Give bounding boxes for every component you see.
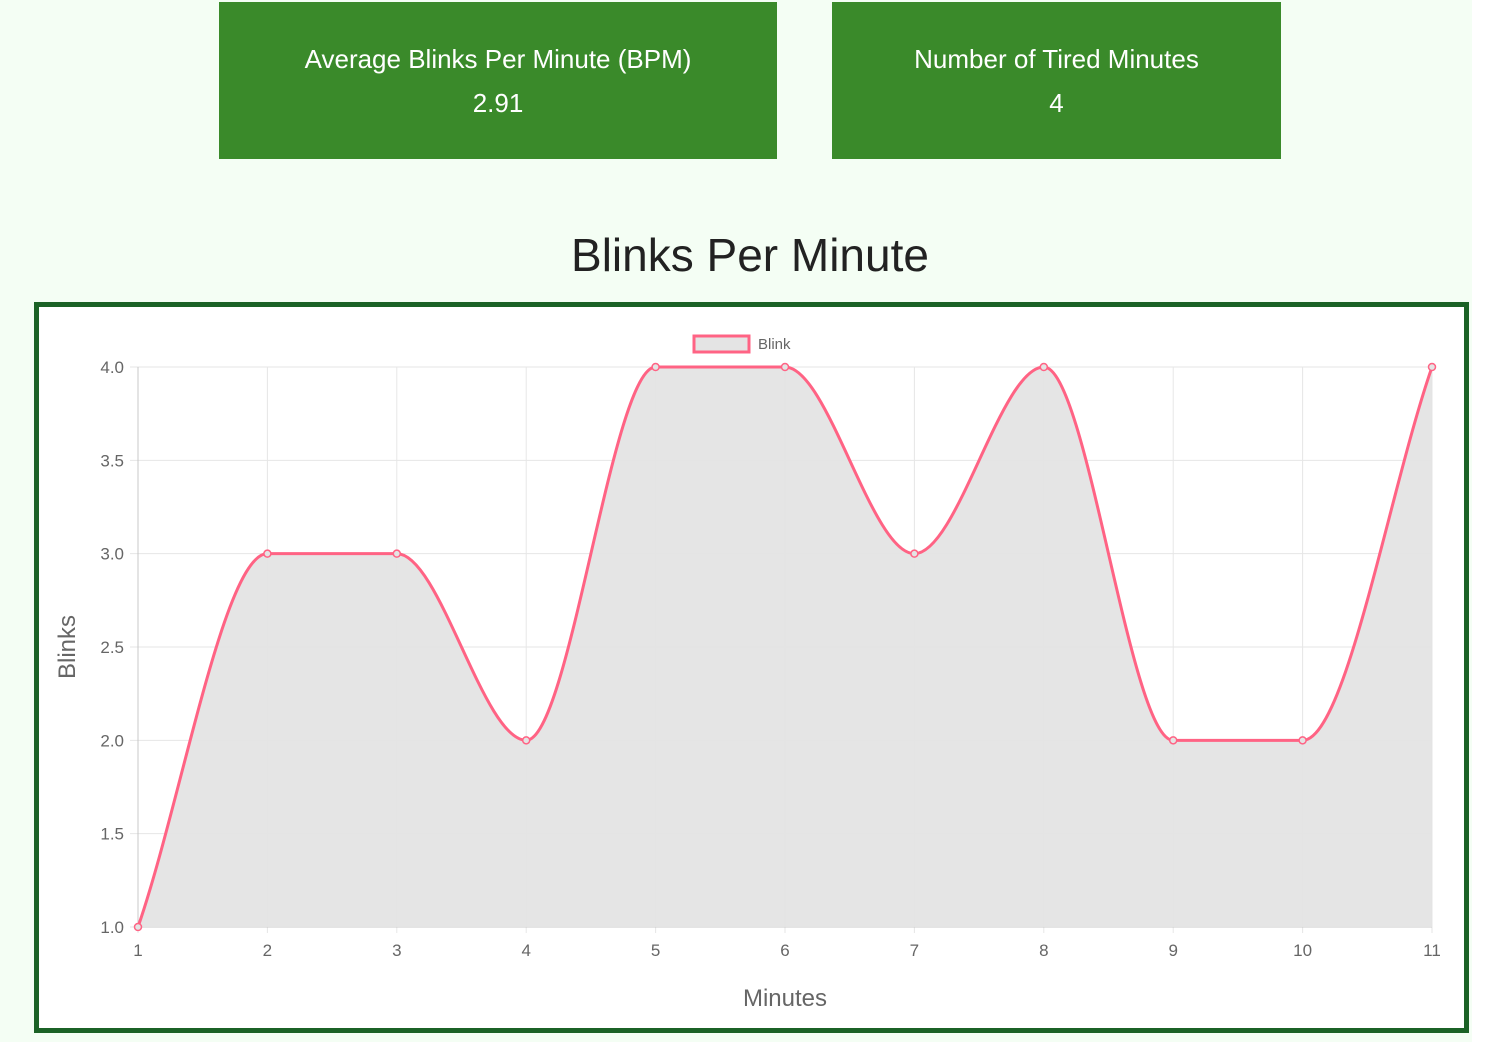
legend-label-blink[interactable]: Blink	[758, 336, 791, 353]
data-point	[1168, 736, 1178, 745]
x-tick-label: 11	[1423, 941, 1441, 960]
data-point	[910, 549, 919, 558]
x-tick-label: 3	[392, 941, 401, 960]
y-axis-title: Blinks	[54, 615, 81, 679]
data-point	[651, 362, 660, 372]
y-tick-label: 2.5	[100, 638, 124, 657]
chart-container: 1.0 1.5 2.0 2.5 3.0 3.5 4.0 1 2 3 4 5 6 7 8 9 10 11 Blink…	[34, 302, 1469, 1033]
y-tick-label: 3.0	[100, 545, 124, 564]
data-point	[133, 922, 143, 932]
data-point	[780, 362, 790, 372]
x-tick-label: 6	[780, 941, 789, 960]
data-point	[521, 736, 531, 745]
x-tick-label: 1	[133, 941, 142, 960]
chart-legend[interactable]: Blink	[692, 334, 791, 354]
x-tick-label: 5	[651, 941, 660, 960]
x-tick-label: 10	[1293, 941, 1312, 960]
y-tick-label: 1.5	[100, 825, 124, 844]
data-point	[1039, 362, 1049, 372]
y-tick-label: 3.5	[100, 451, 124, 470]
x-tick-label: 9	[1168, 941, 1177, 960]
data-point	[1427, 362, 1437, 372]
blinks-line-chart: 1.0 1.5 2.0 2.5 3.0 3.5 4.0 1 2 3 4 5 6 7 8 9 10 11 Blink…	[54, 334, 1441, 1012]
x-tick-label: 2	[263, 941, 272, 960]
x-axis-title: Minutes	[743, 985, 827, 1012]
data-point	[1298, 736, 1307, 745]
x-tick-label: 7	[910, 941, 919, 960]
x-tick-label: 8	[1039, 941, 1048, 960]
y-tick-label: 4.0	[100, 358, 124, 377]
data-point	[263, 549, 272, 558]
legend-swatch-blink[interactable]	[692, 334, 751, 354]
x-tick-label: 4	[521, 941, 530, 960]
data-point	[392, 549, 402, 558]
y-tick-label: 2.0	[100, 731, 124, 750]
y-tick-label: 1.0	[100, 918, 124, 937]
